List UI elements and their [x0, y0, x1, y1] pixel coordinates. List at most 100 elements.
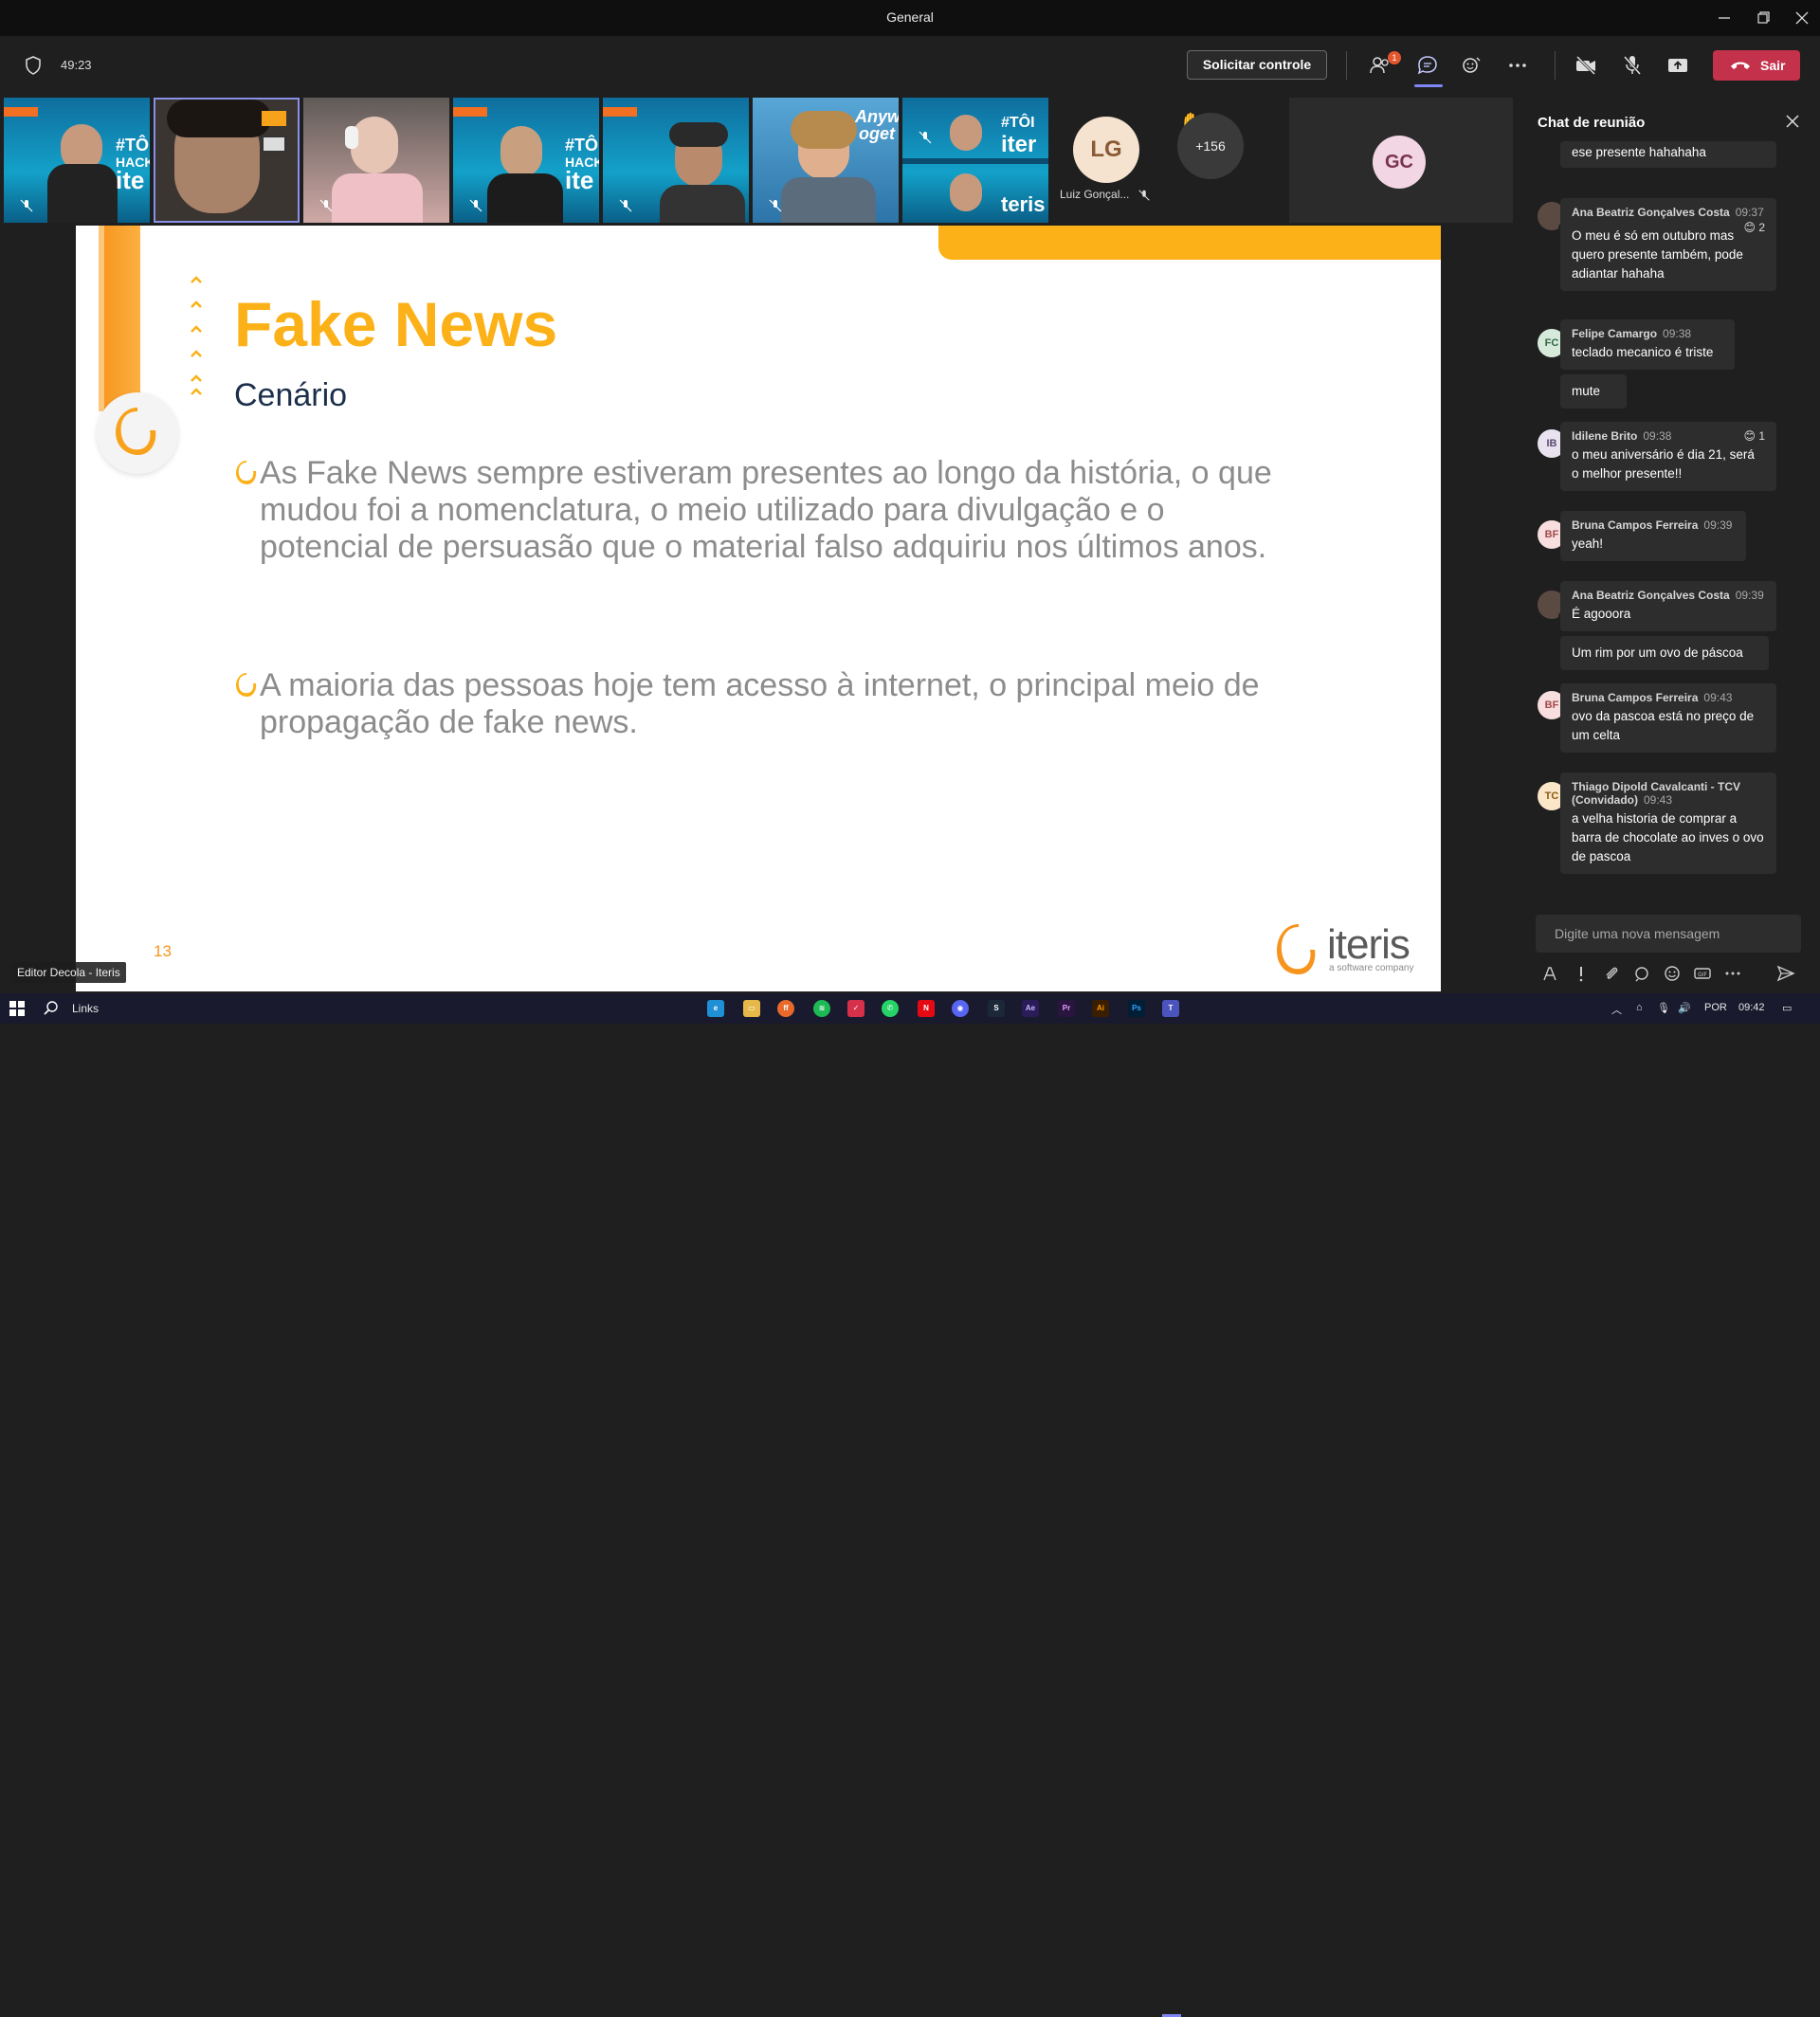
- photoshop-icon[interactable]: Ps: [1128, 1000, 1145, 1017]
- attach-icon[interactable]: [1602, 964, 1621, 983]
- message-text: ese presente hahahaha: [1572, 145, 1706, 159]
- slide-subtitle: Cenário: [234, 377, 348, 413]
- slide-top-band: [938, 226, 1441, 260]
- chat-message-input[interactable]: Digite uma nova mensagem: [1536, 915, 1801, 953]
- close-icon[interactable]: [1784, 113, 1801, 130]
- request-control-button[interactable]: Solicitar controle: [1187, 50, 1327, 80]
- message-text: Um rim por um ovo de páscoa: [1572, 645, 1743, 660]
- edge-icon[interactable]: e: [707, 1000, 724, 1017]
- chat-message[interactable]: Felipe Camargo 09:38 teclado mecanico é t…: [1560, 319, 1735, 370]
- teams-icon[interactable]: T: [1162, 1000, 1179, 1017]
- after-effects-icon[interactable]: Ae: [1022, 1000, 1039, 1017]
- chat-message[interactable]: Ana Beatriz Gonçalves Costa 09:37 😊 2 O m…: [1560, 198, 1776, 291]
- minimize-icon[interactable]: [1712, 6, 1737, 30]
- links-toolbar[interactable]: Links: [72, 1002, 99, 1015]
- premiere-icon[interactable]: Pr: [1058, 1000, 1075, 1017]
- leave-button[interactable]: Sair: [1713, 50, 1800, 81]
- chevron-up-icon: [191, 374, 202, 382]
- chevron-up-icon[interactable]: ︿: [1611, 1002, 1622, 1017]
- slide-bullet: As Fake News sempre estiveram presentes …: [235, 455, 1278, 566]
- network-icon[interactable]: ⌂: [1636, 1002, 1643, 1013]
- spotify-icon[interactable]: ≋: [813, 1000, 830, 1017]
- participant-video-tile[interactable]: [303, 98, 449, 223]
- chat-message[interactable]: Um rim por um ovo de páscoa: [1560, 636, 1769, 670]
- camera-off-icon[interactable]: [1574, 53, 1598, 78]
- send-icon[interactable]: [1776, 964, 1795, 983]
- message-author: Bruna Campos Ferreira: [1572, 691, 1699, 704]
- mic-off-icon: [319, 199, 333, 212]
- leave-label: Sair: [1760, 58, 1786, 73]
- reaction-badge[interactable]: 😊 1: [1743, 429, 1765, 443]
- participant-avatar[interactable]: LG: [1073, 117, 1139, 183]
- netflix-icon[interactable]: N: [918, 1000, 935, 1017]
- chat-message[interactable]: mute: [1560, 374, 1627, 409]
- window-title: General: [886, 9, 934, 25]
- important-icon[interactable]: [1572, 964, 1591, 983]
- volume-icon[interactable]: 🔊: [1678, 1002, 1691, 1014]
- participant-video-tile[interactable]: [154, 98, 300, 223]
- gif-icon[interactable]: GIF: [1693, 964, 1712, 983]
- reactions-icon[interactable]: [1460, 53, 1484, 78]
- participant-video-tile[interactable]: #TÔ HACKA ite: [4, 98, 150, 223]
- more-icon[interactable]: [1723, 964, 1742, 983]
- chat-message[interactable]: Thiago Dipold Cavalcanti - TCV (Convidad…: [1560, 772, 1776, 874]
- windows-start-icon[interactable]: [9, 1001, 25, 1016]
- mic-off-icon: [619, 199, 632, 212]
- iteris-tagline: a software company: [1329, 963, 1414, 973]
- clock[interactable]: 09:42: [1738, 1002, 1765, 1013]
- toolbar-divider: [1346, 51, 1347, 80]
- notifications-icon[interactable]: ▭: [1782, 1002, 1792, 1014]
- shield-icon: [23, 55, 44, 76]
- firefox-icon[interactable]: ff: [777, 1000, 794, 1017]
- message-author: Felipe Camargo: [1572, 327, 1658, 340]
- participant-video-tile[interactable]: #TÔ HACKA ite: [453, 98, 599, 223]
- mic-off-icon: [469, 199, 482, 212]
- mic-off-icon[interactable]: [1620, 53, 1645, 78]
- message-time: 09:38: [1643, 429, 1672, 443]
- chat-message[interactable]: ese presente hahahaha: [1560, 141, 1776, 168]
- iteris-logo-text: iteris: [1327, 921, 1410, 968]
- loop-icon[interactable]: [1632, 964, 1651, 983]
- shared-slide: Fake News Cenário As Fake News sempre es…: [76, 226, 1441, 991]
- format-icon[interactable]: [1541, 964, 1560, 983]
- discord-icon[interactable]: ◉: [952, 1000, 969, 1017]
- chat-icon[interactable]: [1415, 53, 1440, 78]
- chat-message[interactable]: Idilene Brito 09:38 😊 1 o meu aniversário…: [1560, 422, 1776, 491]
- participant-tile-gc[interactable]: GC: [1289, 98, 1513, 223]
- participant-video-tile[interactable]: [603, 98, 749, 223]
- participant-video-tile[interactable]: Anyw oget: [753, 98, 899, 223]
- svg-text:GIF: GIF: [1698, 972, 1707, 978]
- message-time: 09:39: [1703, 518, 1733, 532]
- reaction-badge[interactable]: 😊 2: [1743, 221, 1765, 234]
- participant-video-tile[interactable]: #TÔI iter teris: [902, 98, 1048, 223]
- message-author: Bruna Campos Ferreira: [1572, 518, 1699, 532]
- message-text: ovo da pascoa está no preço de um celta: [1572, 709, 1755, 742]
- slide-bullet: A maioria das pessoas hoje tem acesso à …: [235, 667, 1278, 741]
- message-text: a velha historia de comprar a barra de c…: [1572, 811, 1764, 863]
- steam-icon[interactable]: S: [988, 1000, 1005, 1017]
- message-time: 09:38: [1663, 327, 1692, 340]
- slide-logo-badge: [97, 392, 178, 474]
- close-icon[interactable]: [1790, 6, 1814, 30]
- chat-message[interactable]: Ana Beatriz Gonçalves Costa 09:39 É agooo…: [1560, 581, 1776, 631]
- search-icon[interactable]: [44, 1001, 59, 1016]
- share-icon[interactable]: [1665, 53, 1690, 78]
- whatsapp-icon[interactable]: ✆: [882, 1000, 899, 1017]
- bullet-text: A maioria das pessoas hoje tem acesso à …: [260, 667, 1260, 740]
- slide-decoration-bar: [99, 226, 140, 411]
- language-indicator[interactable]: POR: [1704, 1002, 1727, 1013]
- illustrator-icon[interactable]: Ai: [1092, 1000, 1109, 1017]
- chat-message[interactable]: Bruna Campos Ferreira 09:43 ovo da pascoa…: [1560, 683, 1776, 753]
- message-text: teclado mecanico é triste: [1572, 345, 1714, 359]
- file-explorer-icon[interactable]: ▭: [743, 1000, 760, 1017]
- mic-icon[interactable]: 🎙: [1657, 1002, 1670, 1014]
- restore-icon[interactable]: [1751, 6, 1775, 30]
- message-author: Ana Beatriz Gonçalves Costa: [1572, 206, 1730, 219]
- more-icon[interactable]: [1505, 53, 1530, 78]
- chevron-up-icon: [191, 350, 202, 357]
- app-icon[interactable]: ✓: [847, 1000, 864, 1017]
- windows-taskbar: Links e ▭ ff ≋ ✓ ✆ N ◉ S Ae Pr Ai Ps T ︿…: [0, 993, 1820, 2017]
- chat-message[interactable]: Bruna Campos Ferreira 09:39 yeah!: [1560, 511, 1746, 561]
- emoji-icon[interactable]: [1663, 964, 1682, 983]
- more-participants-button[interactable]: +156: [1177, 113, 1244, 179]
